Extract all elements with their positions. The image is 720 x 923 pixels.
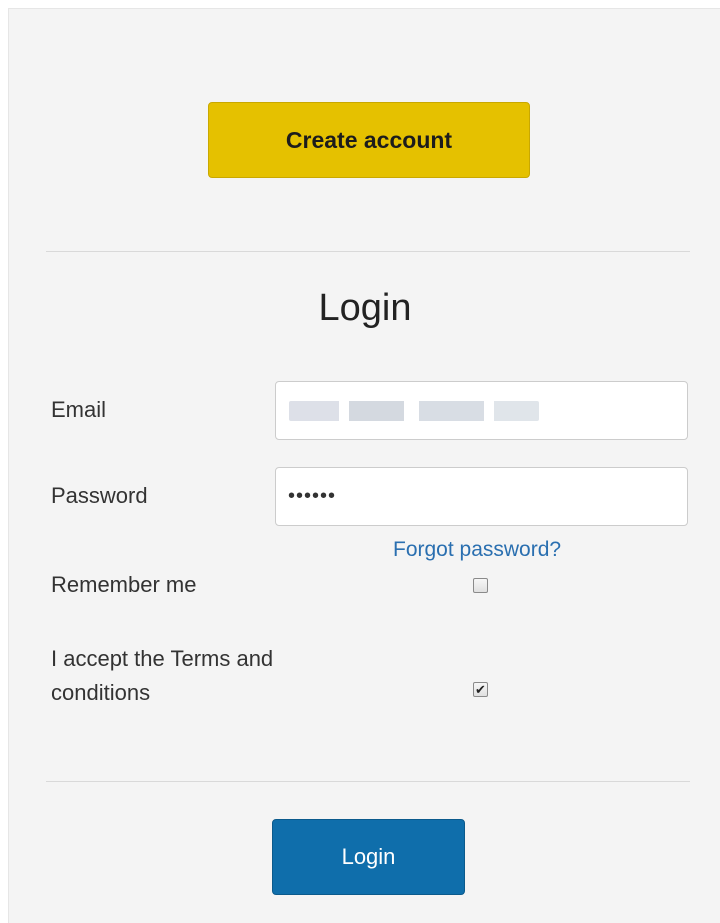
email-input[interactable] [275,381,688,440]
bottom-divider [46,781,690,782]
forgot-password-link[interactable]: Forgot password? [393,538,561,562]
terms-label: I accept the Terms and conditions [51,646,274,705]
login-title: Login [318,287,412,329]
terms-checkbox[interactable]: ✔ [473,682,488,697]
top-divider [46,251,690,252]
create-account-button[interactable]: Create account [208,102,530,178]
email-label: Email [51,397,107,422]
remember-me-checkbox[interactable] [473,578,488,593]
remember-me-label: Remember me [51,572,197,597]
password-label: Password [51,483,148,508]
password-input[interactable] [275,467,688,526]
login-button[interactable]: Login [272,819,465,895]
checkmark-icon: ✔ [475,682,486,697]
login-panel: Create account Login Email Password Forg… [8,8,720,923]
